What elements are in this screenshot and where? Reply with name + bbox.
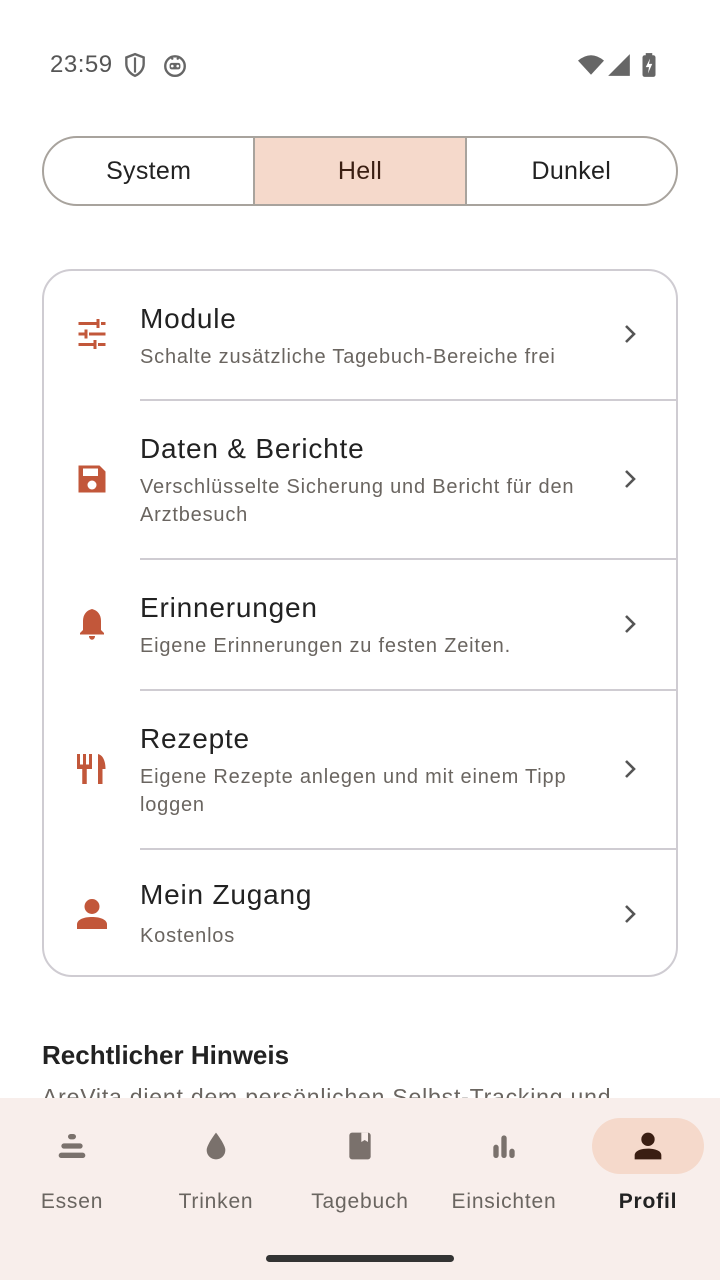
settings-item-rezepte[interactable]: Rezepte Eigene Rezepte anlegen und mit e… — [44, 691, 676, 848]
theme-option-dunkel[interactable]: Dunkel — [464, 138, 676, 204]
settings-item-title: Rezepte — [140, 723, 250, 754]
nav-label: Profil — [618, 1190, 678, 1213]
settings-item-subtitle: Eigene Erinnerungen zu festen Zeiten. — [140, 635, 511, 657]
chevron-right-icon — [625, 325, 636, 343]
nav-label: Einsichten — [451, 1190, 557, 1213]
nav-item-einsichten[interactable]: Einsichten — [432, 1118, 576, 1228]
chevron-right-icon — [625, 470, 636, 488]
settings-item-title: Daten & Berichte — [140, 433, 365, 464]
diary-icon — [349, 1132, 371, 1160]
settings-item-subtitle: Eigene Rezepte anlegen und mit einem Tip… — [140, 766, 567, 816]
person-icon — [77, 899, 107, 929]
wifi-icon — [578, 55, 604, 75]
nav-item-trinken[interactable]: Trinken — [144, 1118, 288, 1228]
chevron-right-icon — [625, 905, 636, 923]
nav-item-tagebuch[interactable]: Tagebuch — [288, 1118, 432, 1228]
legal-title: Rechtlicher Hinweis — [42, 1040, 290, 1070]
settings-item-title: Module — [140, 303, 237, 334]
tune-icon — [78, 319, 106, 349]
settings-card: Module Schalte zusätzliche Tagebuch-Bere… — [42, 269, 678, 977]
food-stack-icon — [58, 1134, 86, 1158]
robot-icon — [164, 55, 186, 78]
save-icon — [78, 465, 106, 493]
settings-item-title: Erinnerungen — [140, 592, 318, 623]
battery-charging-icon — [642, 53, 656, 77]
nav-label: Tagebuch — [311, 1190, 409, 1213]
nav-label: Trinken — [178, 1190, 254, 1213]
bell-icon — [80, 609, 104, 640]
settings-item-mein-zugang[interactable]: Mein Zugang Kostenlos — [44, 850, 676, 977]
settings-item-erinnerungen[interactable]: Erinnerungen Eigene Erinnerungen zu fest… — [44, 560, 676, 689]
restaurant-icon — [77, 754, 106, 784]
theme-option-hell[interactable]: Hell — [253, 138, 465, 204]
nav-item-essen[interactable]: Essen — [0, 1118, 144, 1228]
theme-option-system[interactable]: System — [44, 138, 253, 204]
water-drop-icon — [206, 1132, 226, 1160]
theme-selector: System Hell Dunkel — [42, 136, 678, 206]
bottom-nav: Essen Trinken Tagebuch Einsichten Profil — [0, 1098, 720, 1280]
bar-chart-icon — [493, 1135, 515, 1158]
settings-item-daten-berichte[interactable]: Daten & Berichte Verschlüsselte Sicherun… — [44, 401, 676, 558]
settings-item-subtitle: Schalte zusätzliche Tagebuch-Bereiche fr… — [140, 346, 556, 368]
settings-item-title: Mein Zugang — [140, 879, 313, 910]
chevron-right-icon — [625, 615, 636, 633]
chevron-right-icon — [625, 760, 636, 778]
person-icon — [634, 1132, 662, 1160]
settings-item-subtitle: Verschlüsselte Sicherung und Bericht für… — [140, 476, 575, 526]
nav-label: Essen — [40, 1190, 104, 1213]
status-time: 23:59 — [50, 51, 113, 78]
settings-item-subtitle: Kostenlos — [140, 925, 236, 947]
nav-item-profil[interactable]: Profil — [576, 1118, 720, 1228]
home-indicator[interactable] — [266, 1255, 454, 1262]
status-bar: 23:59 — [0, 0, 720, 130]
settings-item-module[interactable]: Module Schalte zusätzliche Tagebuch-Bere… — [44, 271, 676, 399]
signal-icon — [608, 54, 630, 76]
shield-icon — [125, 52, 145, 78]
